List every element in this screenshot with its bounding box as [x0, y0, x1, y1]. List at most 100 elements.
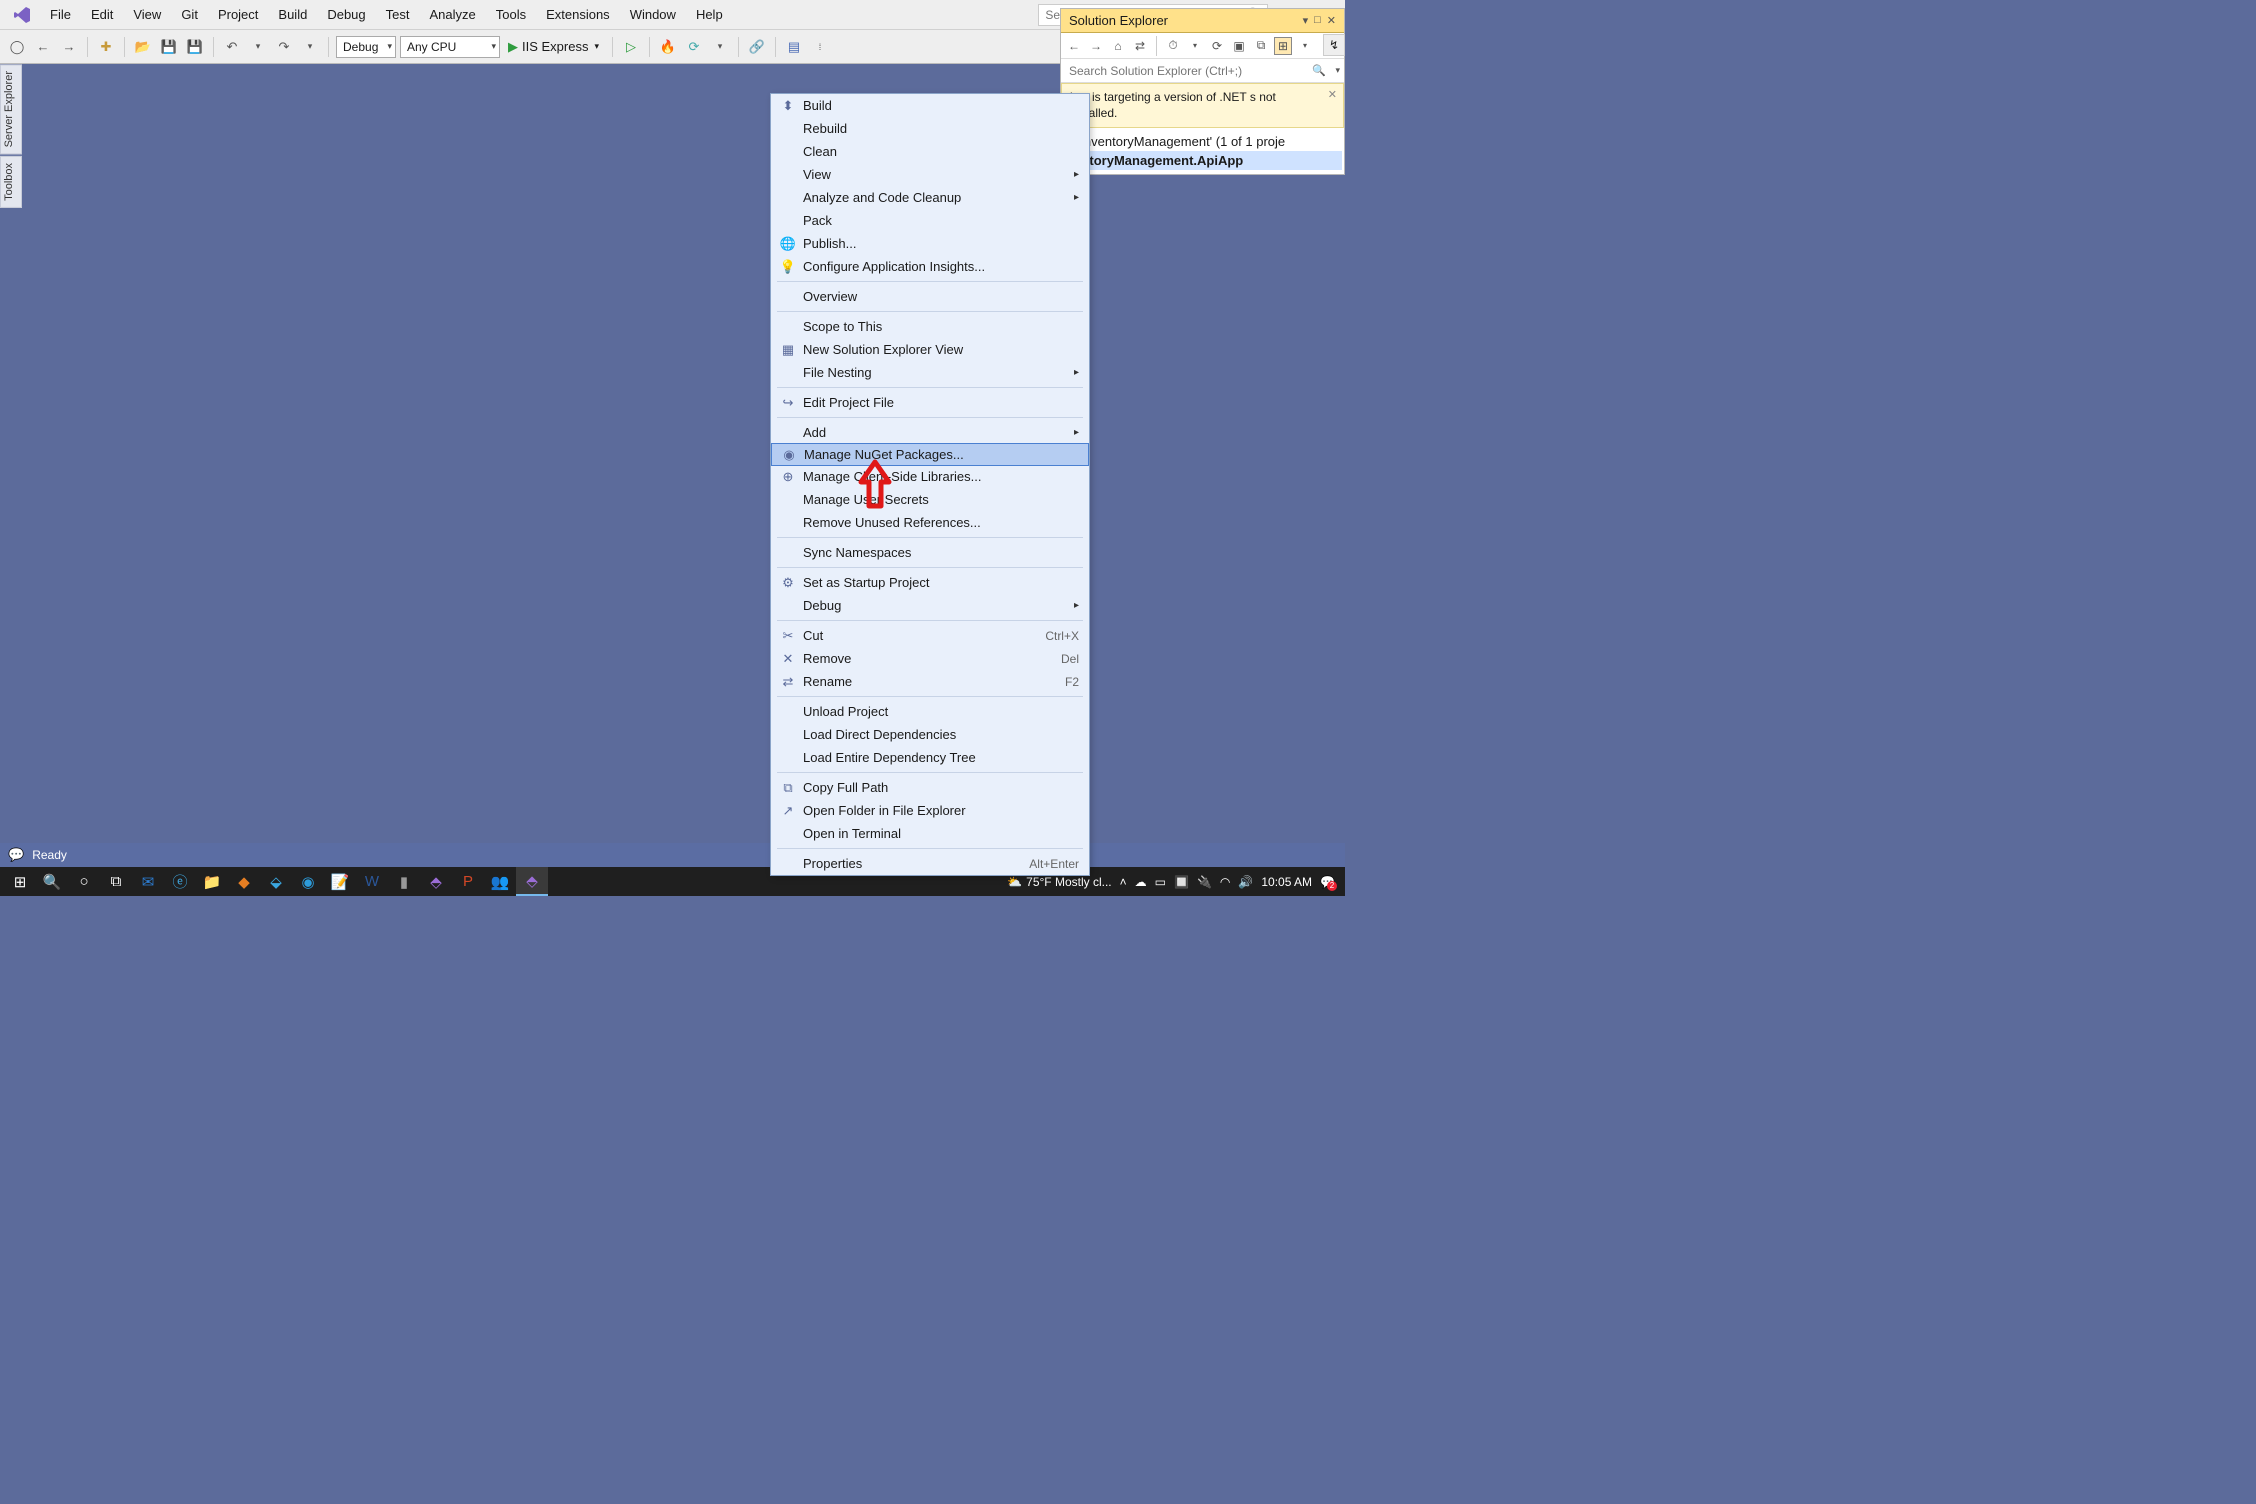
taskbar-teams-icon[interactable]: 👥	[484, 867, 516, 896]
menu-window[interactable]: Window	[620, 3, 686, 26]
menu-build[interactable]: Build	[268, 3, 317, 26]
ctx-scope-to-this[interactable]: Scope to This	[771, 315, 1089, 338]
ctx-publish[interactable]: 🌐Publish...	[771, 232, 1089, 255]
menu-git[interactable]: Git	[171, 3, 208, 26]
refresh-icon[interactable]: ⟳	[683, 36, 705, 58]
taskbar-terminal-icon[interactable]: ▮	[388, 867, 420, 896]
nav-back-arrow-icon[interactable]: ←	[32, 36, 54, 58]
solution-explorer-titlebar[interactable]: Solution Explorer ▾ □ ✕	[1061, 9, 1344, 33]
nav-fwd-arrow-icon[interactable]: →	[58, 36, 80, 58]
menu-file[interactable]: File	[40, 3, 81, 26]
se-showall-icon[interactable]: ⧉	[1252, 37, 1270, 55]
undo-dd-icon[interactable]: ▾	[247, 36, 269, 58]
undo-icon[interactable]: ↶	[221, 36, 243, 58]
ctx-rebuild[interactable]: Rebuild	[771, 117, 1089, 140]
platform-combo[interactable]: Any CPU	[400, 36, 500, 58]
se-switch-icon[interactable]: ⇄	[1131, 37, 1149, 55]
taskbar-search-icon[interactable]: 🔍	[36, 867, 68, 896]
tray-notifications-icon[interactable]: 💬2	[1320, 875, 1335, 889]
ctx-pack[interactable]: Pack	[771, 209, 1089, 232]
ctx-sync-namespaces[interactable]: Sync Namespaces	[771, 541, 1089, 564]
panel-max-icon[interactable]: □	[1314, 14, 1321, 27]
ctx-set-as-startup-project[interactable]: ⚙Set as Startup Project	[771, 571, 1089, 594]
ctx-properties[interactable]: PropertiesAlt+Enter	[771, 852, 1089, 875]
se-dd-icon[interactable]: ▾	[1296, 37, 1314, 55]
run-button[interactable]: ▶ IIS Express ▾	[504, 36, 605, 58]
menu-test[interactable]: Test	[376, 3, 420, 26]
browser-link-icon[interactable]: 🔗	[746, 36, 768, 58]
hot-reload-icon[interactable]: 🔥	[657, 36, 679, 58]
ctx-remove[interactable]: ✕RemoveDel	[771, 647, 1089, 670]
menu-project[interactable]: Project	[208, 3, 268, 26]
ctx-load-entire-dependency-tree[interactable]: Load Entire Dependency Tree	[771, 746, 1089, 769]
panel-menu-icon[interactable]: ▾	[1303, 14, 1309, 27]
ctx-manage-user-secrets[interactable]: Manage User Secrets	[771, 488, 1089, 511]
config-combo[interactable]: Debug	[336, 36, 396, 58]
ctx-build[interactable]: ⬍Build	[771, 94, 1089, 117]
se-search-input[interactable]	[1065, 62, 1340, 80]
ctx-manage-client-side-libraries[interactable]: ⊕Manage Client-Side Libraries...	[771, 465, 1089, 488]
solution-explorer-search[interactable]: 🔍 ▾	[1061, 59, 1344, 83]
ctx-new-solution-explorer-view[interactable]: ▦New Solution Explorer View	[771, 338, 1089, 361]
new-project-icon[interactable]: ✚	[95, 36, 117, 58]
status-feedback-icon[interactable]: 💬	[8, 847, 24, 863]
taskbar-edge-icon[interactable]: ⓔ	[164, 867, 196, 896]
taskbar-vs-active-icon[interactable]: ⬘	[516, 867, 548, 896]
tray-battery-icon[interactable]: 🔲	[1174, 875, 1189, 889]
ctx-edit-project-file[interactable]: ↪Edit Project File	[771, 391, 1089, 414]
taskbar-outlook-icon[interactable]: ✉	[132, 867, 164, 896]
taskbar-ppt-icon[interactable]: P	[452, 867, 484, 896]
tray-overflow-icon[interactable]: ˄	[1120, 875, 1127, 889]
taskview-icon[interactable]: ⧉	[100, 867, 132, 896]
run-dd-icon[interactable]: ▾	[594, 41, 599, 52]
taskbar-edge2-icon[interactable]: ◉	[292, 867, 324, 896]
taskbar-notepad-icon[interactable]: 📝	[324, 867, 356, 896]
menu-tools[interactable]: Tools	[486, 3, 536, 26]
overflow-icon[interactable]: ⁞	[809, 36, 831, 58]
tray-onedrive-icon[interactable]: ☁	[1135, 875, 1147, 889]
ctx-load-direct-dependencies[interactable]: Load Direct Dependencies	[771, 723, 1089, 746]
se-search-dd-icon[interactable]: ▾	[1335, 65, 1340, 76]
tray-monitor-icon[interactable]: ▭	[1155, 875, 1166, 889]
se-preview-icon[interactable]: ⊞	[1274, 37, 1292, 55]
right-side-clip-icon[interactable]: ↯	[1323, 34, 1345, 56]
start-without-debug-icon[interactable]: ▷	[620, 36, 642, 58]
ctx-analyze-and-code-cleanup[interactable]: Analyze and Code Cleanup▸	[771, 186, 1089, 209]
ctx-clean[interactable]: Clean	[771, 140, 1089, 163]
nav-back-icon[interactable]: ◯	[6, 36, 28, 58]
tray-wifi-icon[interactable]: ◠	[1220, 875, 1230, 889]
ctx-debug[interactable]: Debug▸	[771, 594, 1089, 617]
ctx-open-folder-in-file-explorer[interactable]: ↗Open Folder in File Explorer	[771, 799, 1089, 822]
ctx-cut[interactable]: ✂CutCtrl+X	[771, 624, 1089, 647]
se-filter-dd-icon[interactable]: ▾	[1186, 37, 1204, 55]
ctx-overview[interactable]: Overview	[771, 285, 1089, 308]
se-warning-close-icon[interactable]: ✕	[1328, 88, 1337, 102]
ctx-copy-full-path[interactable]: ⧉Copy Full Path	[771, 776, 1089, 799]
se-sync-icon[interactable]: ⟳	[1208, 37, 1226, 55]
menu-analyze[interactable]: Analyze	[419, 3, 485, 26]
open-folder-icon[interactable]: 📂	[132, 36, 154, 58]
ctx-view[interactable]: View▸	[771, 163, 1089, 186]
panel-close-icon[interactable]: ✕	[1327, 14, 1336, 27]
taskbar-explorer-icon[interactable]: 📁	[196, 867, 228, 896]
side-tab-server-explorer[interactable]: Server Explorer	[0, 64, 22, 154]
menu-help[interactable]: Help	[686, 3, 733, 26]
redo-dd-icon[interactable]: ▾	[299, 36, 321, 58]
ctx-manage-nuget-packages[interactable]: ◉Manage NuGet Packages...	[771, 443, 1089, 466]
side-tab-toolbox[interactable]: Toolbox	[0, 156, 22, 208]
doc-icon[interactable]: ▤	[783, 36, 805, 58]
ctx-unload-project[interactable]: Unload Project	[771, 700, 1089, 723]
refresh-dd-icon[interactable]: ▾	[709, 36, 731, 58]
menu-edit[interactable]: Edit	[81, 3, 123, 26]
tree-solution-node[interactable]: n 'InventoryManagement' (1 of 1 proje	[1063, 132, 1342, 151]
se-back-icon[interactable]: ←	[1065, 37, 1083, 55]
tree-project-node[interactable]: ventoryManagement.ApiApp	[1063, 151, 1342, 170]
weather-widget[interactable]: ⛅ 75°F Mostly cl...	[1007, 875, 1111, 889]
se-collapse-icon[interactable]: ▣	[1230, 37, 1248, 55]
cortana-icon[interactable]: ○	[68, 867, 100, 896]
taskbar-app1-icon[interactable]: ◆	[228, 867, 260, 896]
save-all-icon[interactable]: 💾	[184, 36, 206, 58]
tray-volume-icon[interactable]: 🔊	[1238, 875, 1253, 889]
taskbar-vs-icon[interactable]: ⬘	[420, 867, 452, 896]
tray-clock[interactable]: 10:05 AM	[1261, 875, 1312, 889]
